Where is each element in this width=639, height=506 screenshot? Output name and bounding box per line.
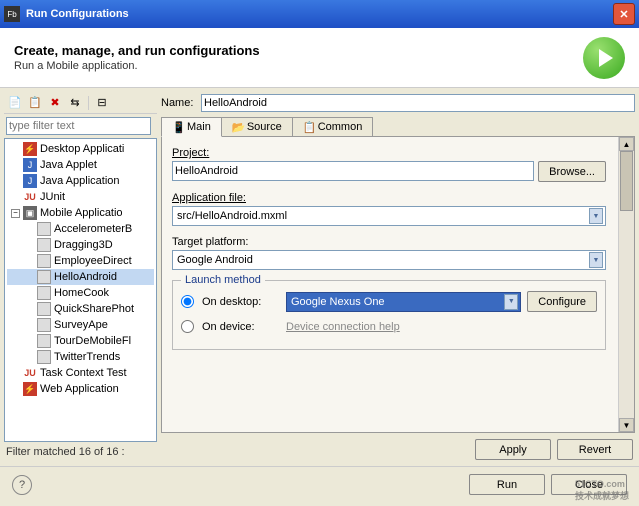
tree-item[interactable]: Dragging3D bbox=[7, 237, 154, 253]
header: Create, manage, and run configurations R… bbox=[0, 28, 639, 88]
tree-category[interactable]: JJava Application bbox=[7, 173, 154, 189]
left-panel: 📄 📋 ✖ ⇆ ⊟ ⚡Desktop ApplicatiJJava Applet… bbox=[4, 92, 157, 462]
revert-button[interactable]: Revert bbox=[557, 439, 633, 460]
tree-item[interactable]: SurveyApe bbox=[7, 317, 154, 333]
project-label: Project: bbox=[172, 147, 606, 159]
platform-label: Target platform: bbox=[172, 236, 606, 248]
expand-icon[interactable]: − bbox=[11, 209, 20, 218]
config-tree[interactable]: ⚡Desktop ApplicatiJJava AppletJJava Appl… bbox=[4, 138, 157, 442]
run-icon bbox=[583, 37, 625, 79]
tree-label: TwitterTrends bbox=[54, 351, 120, 363]
header-title: Create, manage, and run configurations bbox=[14, 43, 583, 58]
launch-method-group: Launch method On desktop: Google Nexus O… bbox=[172, 280, 606, 350]
on-device-label: On device: bbox=[202, 321, 280, 333]
browse-button[interactable]: Browse... bbox=[538, 161, 606, 182]
chevron-down-icon: ▼ bbox=[504, 294, 518, 310]
platform-combo[interactable]: Google Android▼ bbox=[172, 250, 606, 270]
scroll-down-icon[interactable]: ▼ bbox=[619, 418, 634, 432]
tree-label: SurveyApe bbox=[54, 319, 108, 331]
name-input[interactable] bbox=[201, 94, 635, 112]
filter-icon[interactable]: ⇆ bbox=[66, 94, 84, 112]
tree-label: HomeCook bbox=[54, 287, 109, 299]
on-desktop-label: On desktop: bbox=[202, 296, 280, 308]
header-subtitle: Run a Mobile application. bbox=[14, 60, 583, 72]
duplicate-icon[interactable]: 📋 bbox=[26, 94, 44, 112]
apply-button[interactable]: Apply bbox=[475, 439, 551, 460]
tree-item[interactable]: HomeCook bbox=[7, 285, 154, 301]
tree-label: AccelerometerB bbox=[54, 223, 132, 235]
configure-button[interactable]: Configure bbox=[527, 291, 597, 312]
tree-label: Desktop Applicati bbox=[40, 143, 124, 155]
common-tab-icon: 📋 bbox=[303, 121, 315, 133]
tree-label: Dragging3D bbox=[54, 239, 113, 251]
project-input[interactable] bbox=[172, 161, 534, 181]
chevron-down-icon: ▼ bbox=[589, 252, 603, 268]
filter-input[interactable] bbox=[6, 117, 151, 135]
name-label: Name: bbox=[161, 97, 197, 109]
tree-category[interactable]: −▣Mobile Applicatio bbox=[7, 205, 154, 221]
tree-label: Java Applet bbox=[40, 159, 97, 171]
filter-status: Filter matched 16 of 16 : bbox=[4, 442, 157, 462]
chevron-down-icon: ▼ bbox=[589, 208, 603, 224]
tree-item[interactable]: TourDeMobileFl bbox=[7, 333, 154, 349]
source-tab-icon: 📂 bbox=[232, 121, 244, 133]
tree-category[interactable]: JUTask Context Test bbox=[7, 365, 154, 381]
tree-category[interactable]: ⚡Web Application bbox=[7, 381, 154, 397]
tree-label: EmployeeDirect bbox=[54, 255, 132, 267]
tab-common[interactable]: 📋Common bbox=[292, 117, 374, 137]
close-button[interactable]: Close bbox=[551, 474, 627, 495]
tree-label: Web Application bbox=[40, 383, 119, 395]
tree-item[interactable]: TwitterTrends bbox=[7, 349, 154, 365]
tree-label: JUnit bbox=[40, 191, 65, 203]
window-title: Run Configurations bbox=[26, 8, 613, 20]
tree-label: Task Context Test bbox=[40, 367, 127, 379]
scroll-up-icon[interactable]: ▲ bbox=[619, 137, 634, 151]
appfile-combo[interactable]: src/HelloAndroid.mxml▼ bbox=[172, 206, 606, 226]
device-help-link[interactable]: Device connection help bbox=[286, 321, 400, 333]
titlebar: Fb Run Configurations ✕ bbox=[0, 0, 639, 28]
collapse-icon[interactable]: ⊟ bbox=[93, 94, 111, 112]
tab-content: Project: Browse... Application file: src… bbox=[161, 136, 635, 433]
footer: ? Run Close bbox=[0, 466, 639, 502]
tabs: 📱Main 📂Source 📋Common bbox=[161, 117, 635, 137]
app-icon: Fb bbox=[4, 6, 20, 22]
tree-label: QuickSharePhot bbox=[54, 303, 134, 315]
launch-legend: Launch method bbox=[181, 274, 265, 286]
tree-label: TourDeMobileFl bbox=[54, 335, 131, 347]
scrollbar[interactable]: ▲ ▼ bbox=[618, 137, 634, 432]
tree-category[interactable]: JJava Applet bbox=[7, 157, 154, 173]
scroll-thumb[interactable] bbox=[620, 151, 633, 211]
desktop-device-combo[interactable]: Google Nexus One▼ bbox=[286, 292, 521, 312]
tree-label: Mobile Applicatio bbox=[40, 207, 123, 219]
tree-toolbar: 📄 📋 ✖ ⇆ ⊟ bbox=[4, 92, 157, 114]
tree-category[interactable]: ⚡Desktop Applicati bbox=[7, 141, 154, 157]
tree-item[interactable]: HelloAndroid bbox=[7, 269, 154, 285]
tree-label: Java Application bbox=[40, 175, 120, 187]
tree-item[interactable]: QuickSharePhot bbox=[7, 301, 154, 317]
appfile-label: Application file: bbox=[172, 192, 606, 204]
new-config-icon[interactable]: 📄 bbox=[6, 94, 24, 112]
tab-main[interactable]: 📱Main bbox=[161, 117, 222, 137]
on-device-radio[interactable] bbox=[181, 320, 194, 333]
delete-icon[interactable]: ✖ bbox=[46, 94, 64, 112]
help-icon[interactable]: ? bbox=[12, 475, 32, 495]
tree-category[interactable]: JUJUnit bbox=[7, 189, 154, 205]
tab-source[interactable]: 📂Source bbox=[221, 117, 293, 137]
right-panel: Name: 📱Main 📂Source 📋Common Project: Bro… bbox=[161, 92, 635, 462]
tree-item[interactable]: AccelerometerB bbox=[7, 221, 154, 237]
main-tab-icon: 📱 bbox=[172, 121, 184, 133]
on-desktop-radio[interactable] bbox=[181, 295, 194, 308]
tree-label: HelloAndroid bbox=[54, 271, 117, 283]
tree-item[interactable]: EmployeeDirect bbox=[7, 253, 154, 269]
run-button[interactable]: Run bbox=[469, 474, 545, 495]
close-icon[interactable]: ✕ bbox=[613, 3, 635, 25]
